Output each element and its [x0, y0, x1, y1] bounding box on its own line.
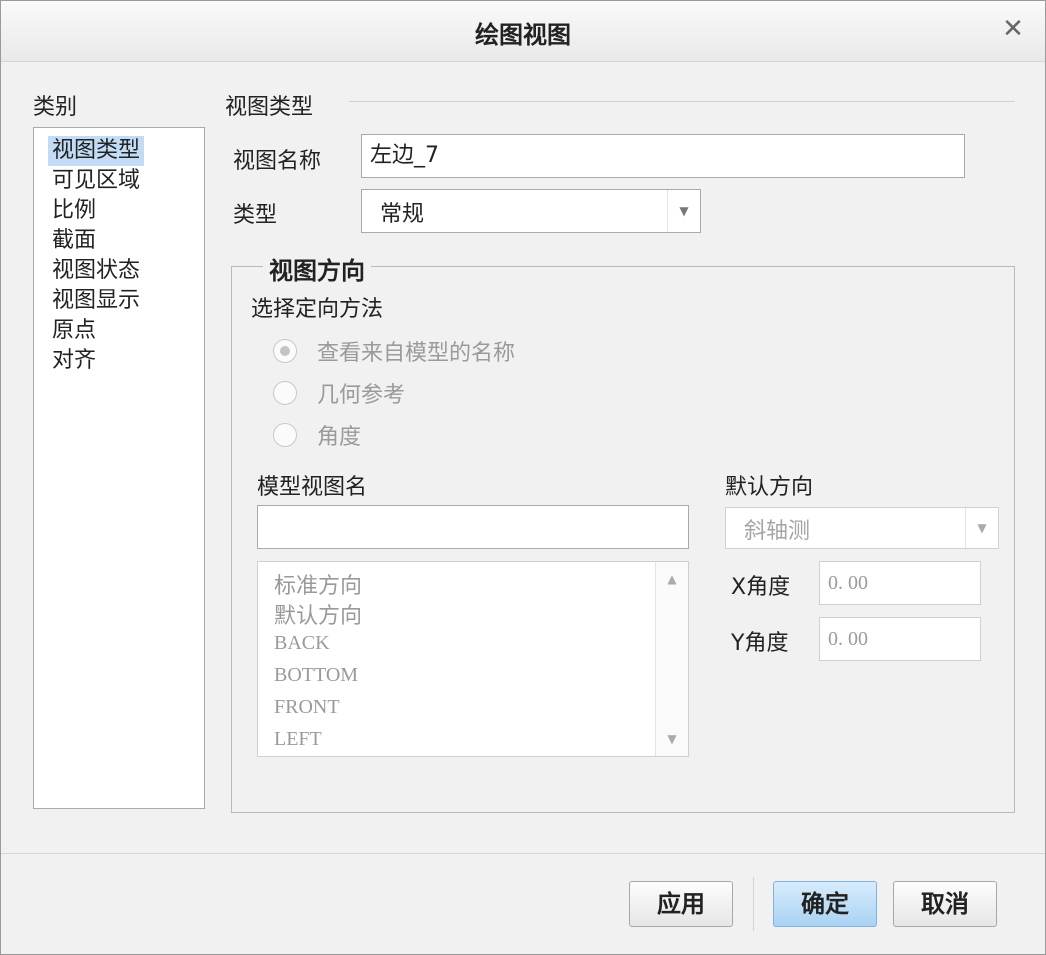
scroll-up-icon[interactable]: ▲: [656, 572, 688, 586]
categories-heading: 类别: [33, 95, 78, 120]
category-item-alignment[interactable]: 对齐: [48, 346, 100, 376]
chevron-down-icon[interactable]: ▼: [667, 190, 700, 232]
model-view-name-label: 模型视图名: [257, 475, 368, 500]
close-icon[interactable]: ✕: [999, 15, 1027, 43]
type-select-value: 常规: [380, 202, 425, 227]
radio-label: 几何参考: [317, 383, 406, 408]
button-separator: [753, 877, 754, 931]
list-item[interactable]: LEFT: [274, 728, 322, 751]
list-item[interactable]: BOTTOM: [274, 664, 358, 687]
category-item-view-state[interactable]: 视图状态: [48, 256, 144, 286]
x-angle-input[interactable]: 0. 00: [819, 561, 981, 605]
type-select[interactable]: 常规 ▼: [361, 189, 701, 233]
view-name-input[interactable]: 左边_7: [361, 134, 965, 178]
section-divider: [349, 101, 1015, 102]
radio-button[interactable]: [273, 423, 297, 447]
view-name-label: 视图名称: [233, 149, 322, 174]
category-item-view-display[interactable]: 视图显示: [48, 286, 144, 316]
orientation-method-label: 选择定向方法: [251, 297, 384, 322]
drawing-view-dialog: 绘图视图 ✕ 类别 视图类型 可见区域 比例 截面 视图状态 视图显示 原点 对…: [0, 0, 1046, 955]
category-item-scale[interactable]: 比例: [48, 196, 100, 226]
default-orientation-label: 默认方向: [725, 475, 814, 500]
category-item-visible-area[interactable]: 可见区域: [48, 166, 144, 196]
apply-button[interactable]: 应用: [629, 881, 733, 927]
view-type-heading: 视图类型: [225, 95, 314, 120]
list-item[interactable]: BACK: [274, 632, 330, 655]
listbox-scrollbar[interactable]: ▲ ▼: [655, 562, 688, 756]
category-item-section[interactable]: 截面: [48, 226, 100, 256]
default-orientation-select[interactable]: 斜轴测 ▼: [725, 507, 999, 549]
radio-button-checked[interactable]: [273, 339, 297, 363]
dialog-title: 绘图视图: [475, 21, 571, 49]
default-orientation-value: 斜轴测: [744, 519, 811, 544]
x-angle-label: X角度: [731, 575, 791, 600]
chevron-down-icon[interactable]: ▼: [965, 508, 998, 548]
list-item[interactable]: FRONT: [274, 696, 340, 719]
radio-button[interactable]: [273, 381, 297, 405]
y-angle-label: Y角度: [731, 631, 789, 656]
cancel-button[interactable]: 取消: [893, 881, 997, 927]
list-item[interactable]: 默认方向: [274, 598, 362, 630]
radio-label: 查看来自模型的名称: [317, 341, 516, 366]
y-angle-input[interactable]: 0. 00: [819, 617, 981, 661]
model-view-name-input[interactable]: [257, 505, 689, 549]
ok-button[interactable]: 确定: [773, 881, 877, 927]
model-view-listbox[interactable]: 标准方向 默认方向 BACK BOTTOM FRONT LEFT ▲ ▼: [257, 561, 689, 757]
category-item-origin[interactable]: 原点: [48, 316, 100, 346]
title-bar: 绘图视图 ✕: [1, 1, 1045, 62]
footer-divider: [1, 853, 1045, 854]
view-orientation-title: 视图方向: [263, 251, 371, 286]
type-label: 类型: [233, 203, 278, 228]
category-list[interactable]: 视图类型 可见区域 比例 截面 视图状态 视图显示 原点 对齐: [33, 127, 205, 809]
radio-label: 角度: [317, 425, 362, 450]
category-item-view-type[interactable]: 视图类型: [48, 136, 145, 166]
scroll-down-icon[interactable]: ▼: [656, 732, 688, 746]
list-item[interactable]: 标准方向: [274, 568, 362, 600]
